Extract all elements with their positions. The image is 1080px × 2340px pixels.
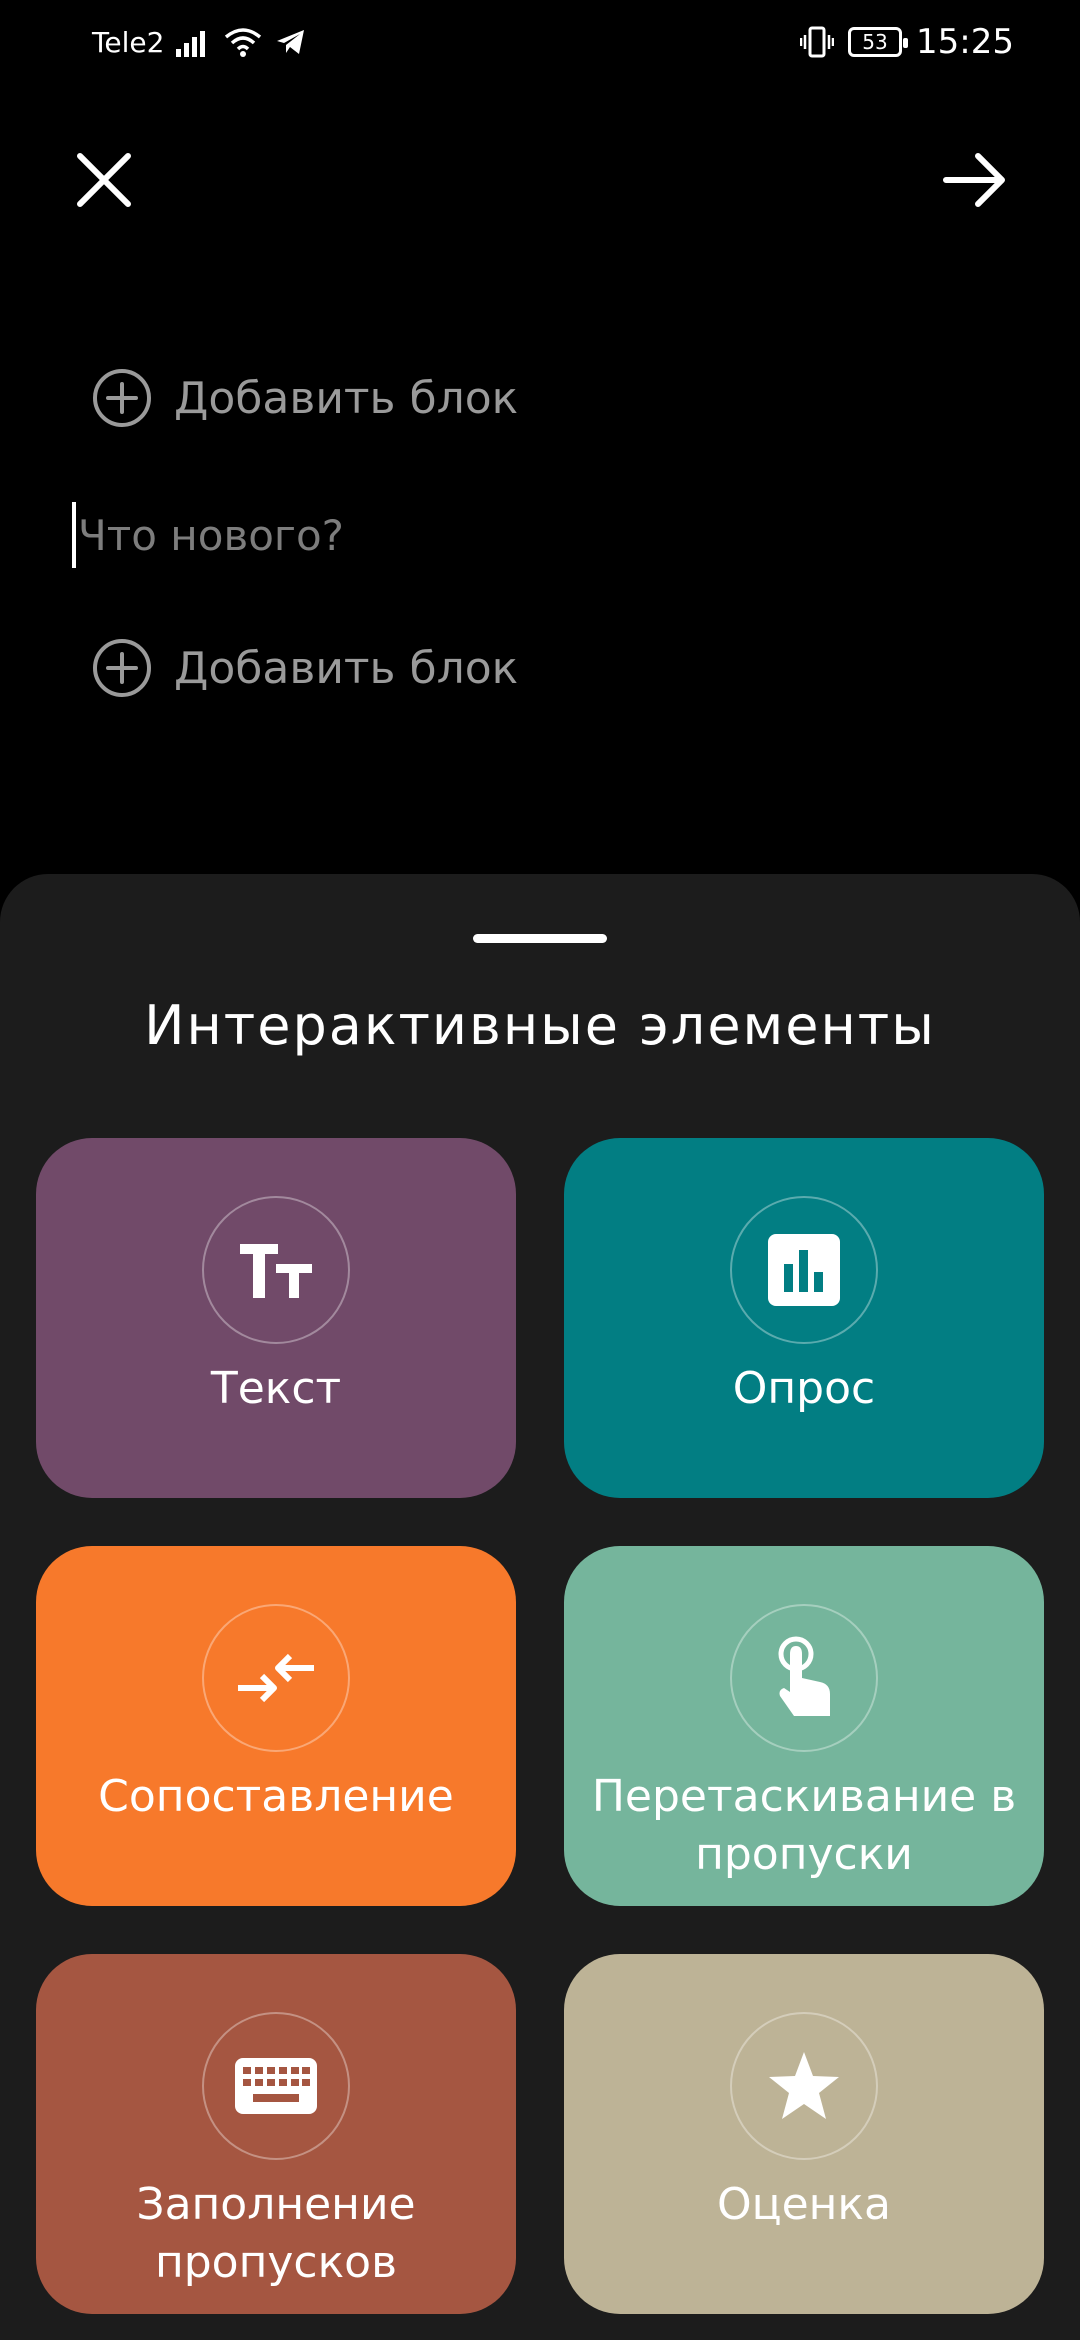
tile-label: Сопоставление [98,1771,454,1822]
sheet-drag-handle[interactable] [473,934,607,943]
keyboard-icon [235,2058,317,2114]
post-text-input[interactable]: Что нового? [72,502,344,568]
sheet-title: Интерактивные элементы [144,994,936,1057]
post-text-placeholder: Что нового? [78,510,344,560]
icon-ring [730,1604,878,1752]
vibrate-icon [800,26,835,58]
plus-circle-icon [93,369,151,427]
arrow-right-icon [943,153,1005,207]
add-block-label: Добавить блок [174,372,519,424]
tile-text[interactable]: Текст [36,1138,516,1498]
plus-circle-icon [93,639,151,697]
status-icons-right: 53 15:25 [800,22,1014,62]
icon-ring [730,1196,878,1344]
wifi-icon [224,28,262,57]
add-block-button-top[interactable]: Добавить блок [92,368,518,428]
close-button[interactable] [72,148,136,212]
tile-fill-gaps[interactable]: Заполнение пропусков [36,1954,516,2314]
add-block-button-bottom[interactable]: Добавить блок [92,638,518,698]
star-icon [769,2052,839,2119]
tile-label: Оценка [717,2179,891,2230]
add-block-label: Добавить блок [174,642,519,694]
icon-ring [202,1196,350,1344]
tile-rating[interactable]: Оценка [564,1954,1044,2314]
status-bar: Tele2 53 15:25 [0,0,1080,88]
tile-matching[interactable]: Сопоставление [36,1546,516,1906]
close-icon [77,153,131,207]
status-icons-left [176,24,306,60]
icon-ring [202,2012,350,2160]
battery-icon: 53 [848,27,909,57]
icon-ring [202,1604,350,1752]
tile-label: Заполнение пропусков [136,2179,416,2288]
tile-label: Текст [210,1363,342,1414]
next-button[interactable] [940,148,1010,212]
text-format-icon [240,1244,312,1298]
interactive-elements-sheet: Интерактивные элементы Текст Опрос Сопос… [0,874,1080,2340]
carrier-name: Tele2 [92,26,165,59]
touch-drag-icon [778,1636,830,1716]
text-cursor [72,502,76,568]
tile-poll[interactable]: Опрос [564,1138,1044,1498]
battery-level: 53 [862,30,888,54]
clock: 15:25 [916,22,1014,62]
telegram-icon [277,30,304,54]
icon-ring [730,2012,878,2160]
screen: Tele2 53 15:25 Добавить блок Что нового?… [0,0,1080,2340]
signal-icon [176,31,205,57]
tile-label: Перетаскивание в пропуски [591,1771,1017,1880]
tile-label: Опрос [732,1363,876,1414]
poll-chart-icon [768,1234,840,1306]
arrows-match-icon [238,1653,314,1703]
tile-drag-into-gaps[interactable]: Перетаскивание в пропуски [564,1546,1044,1906]
